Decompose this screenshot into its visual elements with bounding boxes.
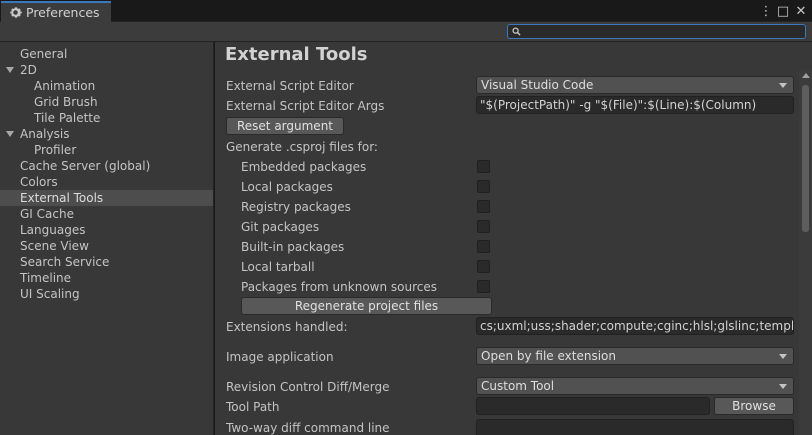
sidebar-item-timeline[interactable]: Timeline bbox=[0, 270, 213, 286]
sidebar-item-label: Colors bbox=[20, 175, 58, 189]
tab-preferences[interactable]: Preferences bbox=[1, 1, 111, 22]
sidebar-item-label: 2D bbox=[20, 63, 37, 77]
sidebar-item-gi-cache[interactable]: GI Cache bbox=[0, 206, 213, 222]
page-title: External Tools bbox=[225, 44, 368, 65]
more-options-icon[interactable]: ⋮ bbox=[758, 2, 774, 20]
sidebar-item-profiler[interactable]: Profiler bbox=[0, 142, 213, 158]
sidebar-item-label: Profiler bbox=[34, 143, 77, 157]
sidebar-item-general[interactable]: General bbox=[0, 46, 213, 62]
sidebar-item-scene-view[interactable]: Scene View bbox=[0, 238, 213, 254]
sidebar-item-label: General bbox=[20, 47, 68, 61]
sidebar-item-label: UI Scaling bbox=[20, 287, 80, 301]
search-input[interactable] bbox=[507, 24, 806, 39]
csproj-option-label: Packages from unknown sources bbox=[241, 280, 437, 294]
chevron-down-icon bbox=[779, 354, 787, 359]
scroll-up-icon[interactable] bbox=[802, 73, 810, 78]
sidebar-item-label: Analysis bbox=[20, 127, 70, 141]
tab-title: Preferences bbox=[26, 5, 100, 20]
csproj-option-label: Local tarball bbox=[241, 260, 315, 274]
dropdown-value: Visual Studio Code bbox=[481, 78, 594, 92]
sidebar-item-analysis[interactable]: Analysis bbox=[0, 126, 213, 142]
sidebar-item-external-tools[interactable]: External Tools bbox=[0, 190, 213, 206]
chevron-down-icon bbox=[779, 384, 787, 389]
tool-path-field[interactable] bbox=[476, 397, 710, 415]
script-editor-args-field[interactable]: "$(ProjectPath)" -g "$(File)":$(Line):$(… bbox=[476, 96, 794, 114]
embedded-packages-checkbox[interactable] bbox=[477, 160, 490, 173]
image-application-label: Image application bbox=[226, 350, 334, 364]
built-in-packages-checkbox[interactable] bbox=[477, 240, 490, 253]
sidebar-item-tile-palette[interactable]: Tile Palette bbox=[0, 110, 213, 126]
extensions-field[interactable]: cs;uxml;uss;shader;compute;cginc;hlsl;gl… bbox=[476, 317, 794, 335]
gear-icon bbox=[9, 6, 22, 19]
local-packages-checkbox[interactable] bbox=[477, 180, 490, 193]
revision-control-label: Revision Control Diff/Merge bbox=[226, 380, 390, 394]
sidebar-item-label: Timeline bbox=[20, 271, 72, 285]
chevron-down-icon bbox=[779, 83, 787, 88]
sidebar-item-search-service[interactable]: Search Service bbox=[0, 254, 213, 270]
regenerate-project-files-button[interactable]: Regenerate project files bbox=[241, 297, 492, 315]
sidebar-item-label: External Tools bbox=[20, 191, 104, 205]
toolbar bbox=[0, 22, 812, 42]
vertical-scrollbar[interactable] bbox=[799, 69, 812, 435]
sidebar-item-label: Grid Brush bbox=[34, 95, 98, 109]
sidebar-item-2d[interactable]: 2D bbox=[0, 62, 213, 78]
two-way-diff-field[interactable] bbox=[476, 419, 794, 435]
local-tarball-checkbox[interactable] bbox=[477, 260, 490, 273]
sidebar-item-label: Search Service bbox=[20, 255, 110, 269]
unknown-sources-checkbox[interactable] bbox=[477, 280, 490, 293]
external-tools-panel: External Tools External Script Editor Vi… bbox=[215, 42, 812, 435]
sidebar-item-ui-scaling[interactable]: UI Scaling bbox=[0, 286, 213, 302]
script-editor-args-label: External Script Editor Args bbox=[226, 99, 385, 113]
tool-path-label: Tool Path bbox=[226, 400, 280, 414]
sidebar-item-label: Tile Palette bbox=[34, 111, 101, 125]
sidebar-item-grid-brush[interactable]: Grid Brush bbox=[0, 94, 213, 110]
window-tab-strip: Preferences ⋮ □ ✕ bbox=[0, 0, 812, 22]
csproj-option-label: Built-in packages bbox=[241, 240, 345, 254]
sidebar-item-label: Languages bbox=[20, 223, 86, 237]
fold-arrow-icon[interactable] bbox=[6, 67, 14, 73]
csproj-option-label: Embedded packages bbox=[241, 160, 367, 174]
sidebar-item-label: Scene View bbox=[20, 239, 89, 253]
csproj-option-label: Local packages bbox=[241, 180, 333, 194]
registry-packages-checkbox[interactable] bbox=[477, 200, 490, 213]
script-editor-dropdown[interactable]: Visual Studio Code bbox=[476, 76, 794, 94]
sidebar-item-label: GI Cache bbox=[20, 207, 74, 221]
csproj-option-label: Git packages bbox=[241, 220, 320, 234]
close-icon[interactable]: ✕ bbox=[793, 2, 809, 20]
revision-control-dropdown[interactable]: Custom Tool bbox=[476, 377, 794, 395]
sidebar-item-colors[interactable]: Colors bbox=[0, 174, 213, 190]
dropdown-value: Open by file extension bbox=[481, 349, 616, 363]
sidebar-item-animation[interactable]: Animation bbox=[0, 78, 213, 94]
csproj-option-label: Registry packages bbox=[241, 200, 351, 214]
extensions-label: Extensions handled: bbox=[226, 320, 348, 334]
maximize-icon[interactable]: □ bbox=[775, 2, 791, 20]
fold-arrow-icon[interactable] bbox=[6, 131, 14, 137]
csproj-header: Generate .csproj files for: bbox=[226, 140, 378, 154]
sidebar-item-cache-server[interactable]: Cache Server (global) bbox=[0, 158, 213, 174]
script-editor-label: External Script Editor bbox=[226, 79, 354, 93]
scroll-thumb[interactable] bbox=[802, 85, 809, 232]
dropdown-value: Custom Tool bbox=[481, 379, 555, 393]
two-way-diff-label: Two-way diff command line bbox=[226, 421, 390, 435]
preferences-sidebar: General 2D Animation Grid Brush Tile Pal… bbox=[0, 42, 214, 435]
sidebar-item-label: Cache Server (global) bbox=[20, 159, 151, 173]
git-packages-checkbox[interactable] bbox=[477, 220, 490, 233]
image-application-dropdown[interactable]: Open by file extension bbox=[476, 347, 794, 365]
reset-argument-button[interactable]: Reset argument bbox=[226, 117, 344, 135]
browse-button[interactable]: Browse bbox=[714, 397, 794, 415]
search-icon bbox=[512, 27, 521, 36]
sidebar-item-languages[interactable]: Languages bbox=[0, 222, 213, 238]
sidebar-item-label: Animation bbox=[34, 79, 96, 93]
